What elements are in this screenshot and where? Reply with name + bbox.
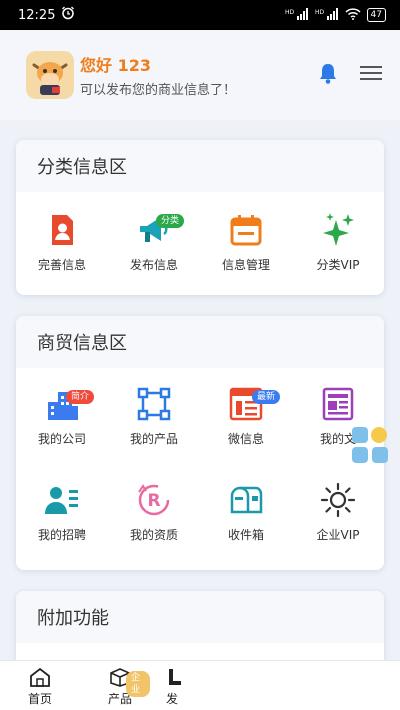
registered-badge-icon: R	[136, 482, 172, 518]
latest-badge: 最新	[252, 390, 281, 404]
item-label: 收件箱	[227, 527, 264, 542]
item-label: 我的产品	[129, 431, 178, 446]
menu-icon[interactable]	[360, 65, 382, 85]
username: 您好 123	[80, 56, 151, 75]
apps-grid-icon	[352, 427, 388, 463]
item-label: 我的公司	[37, 431, 86, 446]
item-label: 完善信息	[37, 257, 86, 272]
avatar[interactable]	[26, 51, 74, 99]
signal-icon: HD	[285, 7, 309, 23]
tab-home[interactable]: 首页	[10, 667, 70, 707]
sun-icon	[320, 482, 356, 518]
wifi-icon	[345, 7, 361, 23]
extra-functions-card: 附加功能	[16, 591, 384, 671]
card-title: 分类信息区	[16, 140, 384, 192]
category-badge: 分类	[156, 214, 185, 228]
alarm-icon	[61, 6, 75, 24]
category-vip-item[interactable]: 分类VIP	[292, 192, 384, 292]
svg-text:HD: HD	[315, 9, 325, 16]
publish-icon	[169, 669, 181, 685]
publish-info-item[interactable]: 分类 发布信息	[108, 192, 200, 292]
calendar-manage-icon	[228, 212, 264, 248]
bell-icon[interactable]	[318, 62, 338, 88]
people-recruit-icon	[44, 482, 80, 518]
user-header: 您好 123 可以发布您的商业信息了！	[0, 30, 400, 120]
tab-products[interactable]: 产品 企业	[90, 667, 150, 707]
newspaper-icon	[320, 386, 356, 422]
tab-label: 发	[166, 692, 179, 706]
mailbox-icon	[228, 482, 264, 518]
item-label: 信息管理	[221, 257, 270, 272]
item-label: 我的招聘	[37, 527, 86, 542]
item-label: 微信息	[227, 431, 264, 446]
status-bar: 12:25 HD HD 47	[0, 0, 400, 30]
item-label: 发布信息	[129, 257, 178, 272]
intro-badge: 简介	[66, 390, 95, 404]
nodes-square-icon	[136, 386, 172, 422]
floating-apps-widget[interactable]	[350, 425, 390, 465]
inbox-item[interactable]: 收件箱	[200, 464, 292, 560]
battery-indicator: 47	[366, 8, 386, 22]
item-label: 分类VIP	[316, 257, 360, 272]
card-title: 商贸信息区	[16, 316, 384, 368]
svg-text:R: R	[147, 491, 160, 511]
my-company-item[interactable]: 简介 我的公司	[16, 368, 108, 464]
fade-overlay	[200, 661, 400, 710]
svg-text:HD: HD	[285, 9, 295, 16]
card-title: 附加功能	[16, 591, 384, 643]
sparkle-icon	[320, 212, 356, 248]
my-recruit-item[interactable]: 我的招聘	[16, 464, 108, 560]
bottom-tab-bar: 首页 产品 企业 发	[0, 660, 400, 710]
signal-icon-2: HD	[315, 7, 339, 23]
enterprise-vip-item[interactable]: 企业VIP	[292, 464, 384, 560]
enterprise-badge: 企业	[126, 671, 150, 697]
status-time: 12:25	[18, 7, 56, 23]
cow-mascot-icon	[32, 62, 68, 95]
profile-document-icon	[44, 212, 80, 248]
trade-info-card: 商贸信息区 简介 我的公司 我的产品 最新 微信息 我的文 我的招聘 R 我的资…	[16, 316, 384, 570]
tagline: 可以发布您的商业信息了！	[80, 83, 237, 98]
micro-info-item[interactable]: 最新 微信息	[200, 368, 292, 464]
my-products-item[interactable]: 我的产品	[108, 368, 200, 464]
home-icon	[30, 667, 50, 687]
info-manage-item[interactable]: 信息管理	[200, 192, 292, 292]
my-qualification-item[interactable]: R 我的资质	[108, 464, 200, 560]
item-label: 企业VIP	[316, 527, 360, 542]
tab-label: 首页	[27, 692, 52, 706]
category-info-card: 分类信息区 完善信息 分类 发布信息 信息管理 分类VIP	[16, 140, 384, 295]
item-label: 我的资质	[129, 527, 178, 542]
complete-info-item[interactable]: 完善信息	[16, 192, 108, 292]
